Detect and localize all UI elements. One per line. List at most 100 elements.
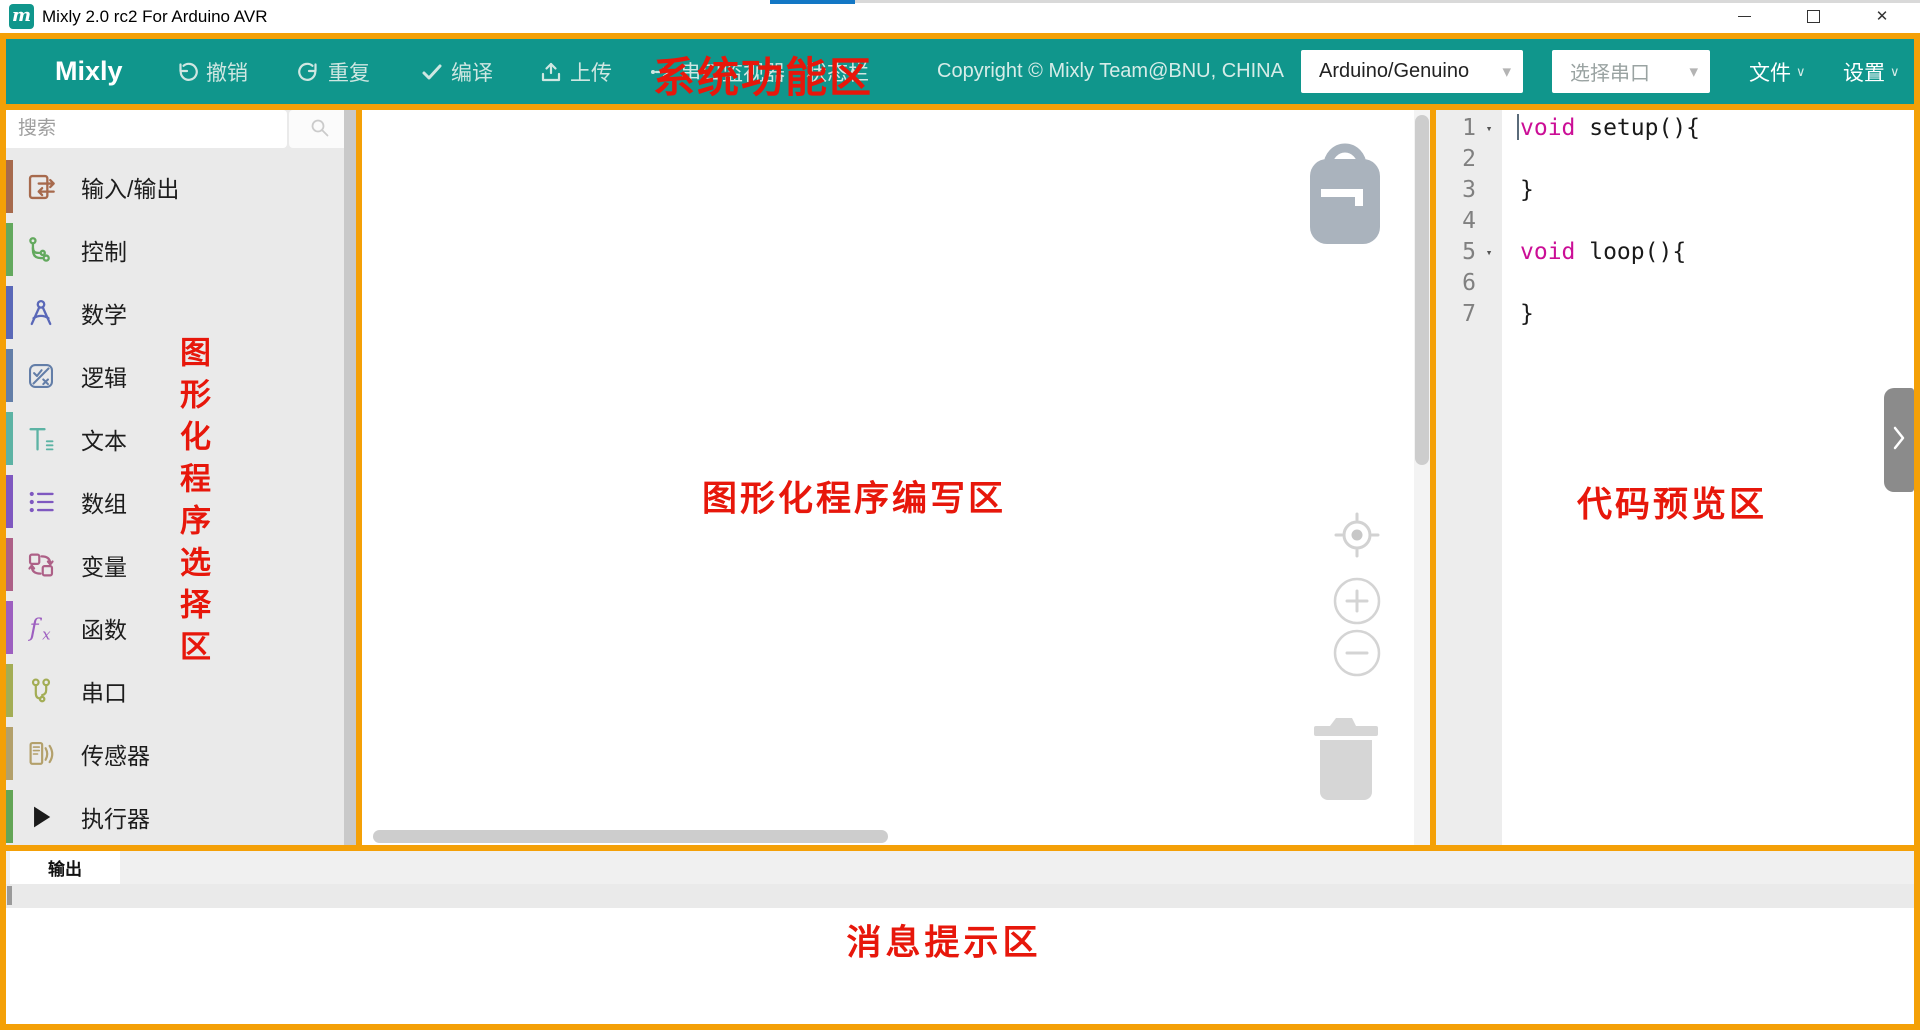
category-label: 函数	[81, 611, 127, 645]
sidebar-item-serial[interactable]: 串口	[6, 659, 344, 722]
sidebar-item-math[interactable]: 数学	[6, 281, 344, 344]
sidebar-item-sensor[interactable]: 传感器	[6, 722, 344, 785]
chevron-down-icon: ▾	[1689, 62, 1710, 82]
sidebar-item-control[interactable]: 控制	[6, 218, 344, 281]
in-out-icon	[26, 172, 56, 202]
status-bar-button[interactable]: 状态栏	[806, 39, 869, 104]
category-label: 控制	[81, 233, 127, 267]
file-menu-label: 文件	[1749, 57, 1791, 87]
svg-text:f: f	[27, 614, 42, 642]
chevron-down-icon: ∨	[1890, 64, 1900, 80]
mixly-logo-icon: m	[9, 4, 34, 29]
compile-button[interactable]: 编译	[420, 39, 493, 104]
serial-monitor-label: 串口监视器	[680, 57, 785, 87]
search-button[interactable]	[289, 110, 350, 148]
serial-pins-icon	[26, 676, 56, 706]
sidebar-item-array[interactable]: 数组	[6, 470, 344, 533]
math-compass-icon	[26, 298, 56, 328]
category-label: 执行器	[81, 800, 150, 834]
compile-check-icon	[420, 60, 444, 84]
sidebar-scrollbar[interactable]	[344, 110, 356, 845]
sidebar-item-function[interactable]: fx 函数	[6, 596, 344, 659]
minimize-icon	[1738, 16, 1751, 17]
serial-monitor-icon	[649, 60, 673, 84]
zoom-out-icon[interactable]	[1329, 625, 1385, 686]
category-accent-bar	[6, 664, 13, 717]
redo-button[interactable]: 重复	[297, 39, 370, 104]
code-text: void loop(){	[1502, 237, 1686, 268]
actuator-play-icon	[26, 802, 56, 832]
serial-monitor-button[interactable]: 串口监视器	[649, 39, 785, 104]
file-menu-button[interactable]: 文件 ∨	[1749, 39, 1806, 104]
output-panel: 输出	[6, 851, 1914, 1024]
sidebar-item-logic[interactable]: 逻辑	[6, 344, 344, 407]
block-workspace-canvas[interactable]	[362, 110, 1430, 845]
copyright-text: Copyright © Mixly Team@BNU, CHINA	[937, 39, 1284, 104]
category-label: 数学	[81, 296, 127, 330]
block-category-sidebar: 输入/输出 控制 数学 逻辑 文本	[6, 110, 356, 845]
variable-swap-icon	[26, 550, 56, 580]
undo-label: 撤销	[206, 57, 248, 87]
category-accent-bar	[6, 286, 13, 339]
title-bar: m Mixly 2.0 rc2 For Arduino AVR ✕	[0, 0, 1920, 33]
fold-arrow-icon[interactable]: ▾	[1476, 113, 1502, 144]
line-number: 2	[1436, 144, 1476, 175]
code-line: 4	[1436, 206, 1914, 237]
category-accent-bar	[6, 790, 13, 843]
category-label: 逻辑	[81, 359, 127, 393]
settings-menu-button[interactable]: 设置 ∨	[1843, 39, 1900, 104]
board-select-dropdown[interactable]: Arduino/Genuino ▾	[1301, 50, 1523, 93]
output-tabstrip: 输出	[6, 851, 1914, 884]
expand-panel-tab[interactable]	[1884, 388, 1914, 492]
upload-button[interactable]: 上传	[539, 39, 612, 104]
category-label: 传感器	[81, 737, 150, 771]
output-tab-label: 输出	[48, 855, 82, 880]
close-button[interactable]: ✕	[1854, 0, 1910, 33]
search-input[interactable]	[6, 110, 287, 148]
trash-icon[interactable]	[1311, 710, 1381, 807]
code-line: 7}	[1436, 299, 1914, 330]
backpack-icon[interactable]	[1302, 138, 1388, 255]
category-label: 输入/输出	[81, 170, 179, 204]
svg-text:x: x	[42, 625, 51, 642]
minimize-button[interactable]	[1716, 0, 1772, 33]
code-text	[1502, 268, 1520, 299]
redo-label: 重复	[328, 57, 370, 87]
control-flow-icon	[26, 235, 56, 265]
category-accent-bar	[6, 412, 13, 465]
board-select-value: Arduino/Genuino	[1301, 60, 1502, 83]
undo-icon	[175, 60, 199, 84]
array-list-icon	[26, 487, 56, 517]
sidebar-item-actuator[interactable]: 执行器	[6, 785, 344, 845]
category-accent-bar	[6, 475, 13, 528]
code-line: 2	[1436, 144, 1914, 175]
tab-output[interactable]: 输出	[10, 851, 120, 884]
code-line: 3}	[1436, 175, 1914, 206]
compile-label: 编译	[451, 57, 493, 87]
system-toolbar: Mixly 撤销 重复 编译 上传 串口监视器 状态栏 Copyright © …	[6, 39, 1914, 104]
port-select-dropdown[interactable]: 选择串口 ▾	[1552, 50, 1710, 93]
category-accent-bar	[6, 727, 13, 780]
mixly-menu-button[interactable]: Mixly	[55, 39, 123, 104]
undo-button[interactable]: 撤销	[175, 39, 248, 104]
upload-icon	[539, 60, 563, 84]
close-icon: ✕	[1876, 9, 1889, 24]
canvas-horizontal-scrollbar-thumb[interactable]	[373, 830, 888, 843]
code-text	[1502, 206, 1520, 237]
line-number: 3	[1436, 175, 1476, 206]
search-icon	[307, 115, 333, 144]
sidebar-item-variable[interactable]: 变量	[6, 533, 344, 596]
fold-arrow-icon[interactable]: ▾	[1476, 237, 1502, 268]
canvas-vertical-scrollbar-thumb[interactable]	[1415, 115, 1429, 465]
sidebar-item-text[interactable]: 文本	[6, 407, 344, 470]
line-number: 4	[1436, 206, 1476, 237]
category-accent-bar	[6, 538, 13, 591]
canvas-vertical-scrollbar[interactable]	[1414, 110, 1430, 845]
center-view-icon[interactable]	[1329, 507, 1385, 568]
sidebar-item-in-out[interactable]: 输入/输出	[6, 155, 344, 218]
code-line: 1▾void setup(){	[1436, 113, 1914, 144]
maximize-button[interactable]	[1785, 0, 1841, 33]
category-accent-bar	[6, 160, 13, 213]
logic-check-icon	[26, 361, 56, 391]
code-text: void setup(){	[1502, 113, 1700, 144]
